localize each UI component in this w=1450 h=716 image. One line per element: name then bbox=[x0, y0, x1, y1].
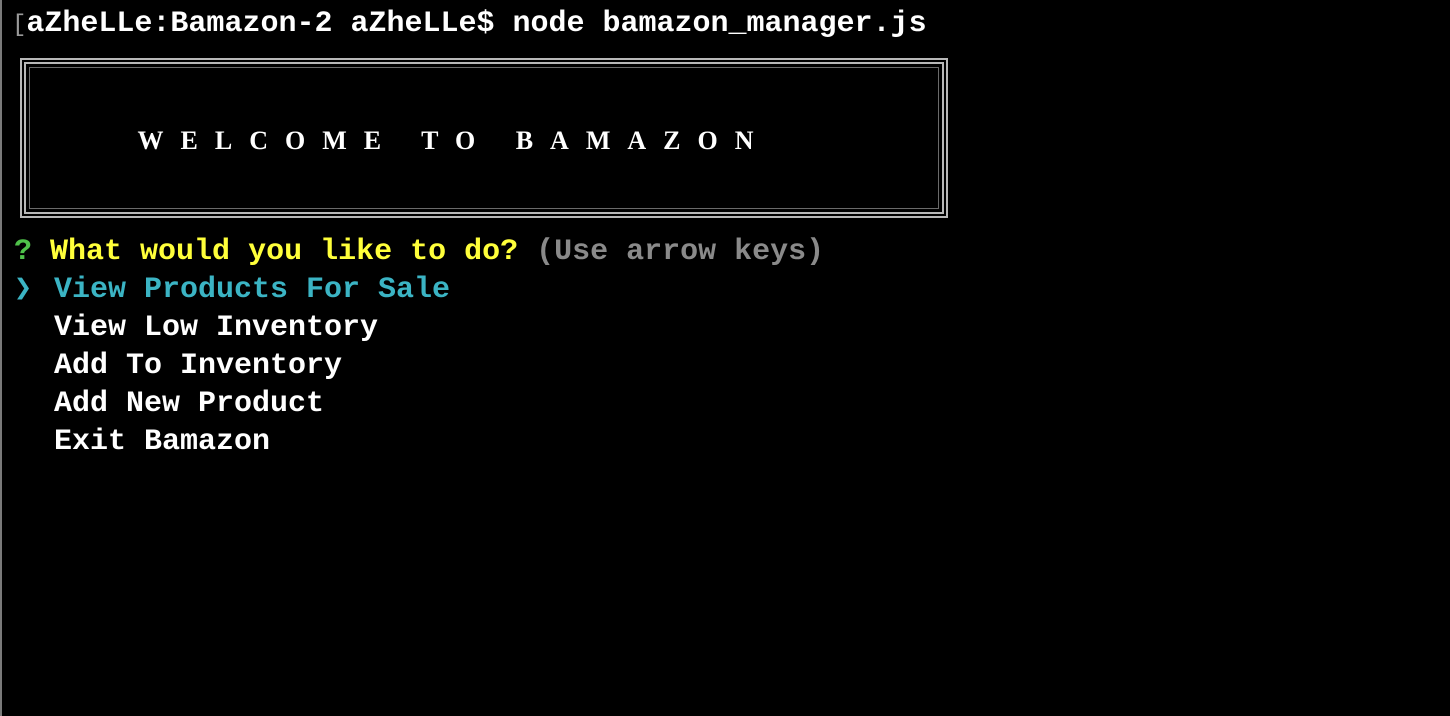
selection-pointer-icon: ❯ bbox=[14, 273, 33, 307]
menu-item-label: Add To Inventory bbox=[54, 349, 343, 383]
banner-title: WELCOME TO BAMAZON bbox=[137, 126, 771, 155]
cursor-bracket: [ bbox=[12, 12, 27, 39]
menu-item-label: Add New Product bbox=[54, 387, 325, 421]
menu-item-view-low-inventory[interactable]: View Low Inventory bbox=[14, 309, 378, 347]
command-text: node bamazon_manager.js bbox=[512, 7, 927, 41]
menu-item-add-new-product[interactable]: Add New Product bbox=[14, 385, 324, 423]
menu-item-label: Exit Bamazon bbox=[54, 425, 271, 459]
menu-item-label: View Products For Sale bbox=[54, 273, 451, 307]
hint-text: (Use arrow keys) bbox=[536, 235, 825, 269]
welcome-banner: WELCOME TO BAMAZON bbox=[20, 58, 948, 218]
question-mark-icon: ? bbox=[14, 235, 33, 269]
question-prompt: ? What would you like to do? (Use arrow … bbox=[14, 233, 824, 271]
menu-item-view-products[interactable]: ❯ View Products For Sale bbox=[14, 271, 450, 309]
menu-item-add-to-inventory[interactable]: Add To Inventory bbox=[14, 347, 342, 385]
menu-item-exit[interactable]: Exit Bamazon bbox=[14, 423, 270, 461]
shell-prompt: aZheLLe:Bamazon-2 aZheLLe$ bbox=[26, 7, 513, 41]
menu-item-label: View Low Inventory bbox=[54, 311, 379, 345]
command-line: [aZheLLe:Bamazon-2 aZheLLe$ node bamazon… bbox=[12, 5, 927, 43]
terminal-window[interactable]: [aZheLLe:Bamazon-2 aZheLLe$ node bamazon… bbox=[2, 0, 1450, 716]
question-text: What would you like to do? bbox=[50, 235, 519, 269]
